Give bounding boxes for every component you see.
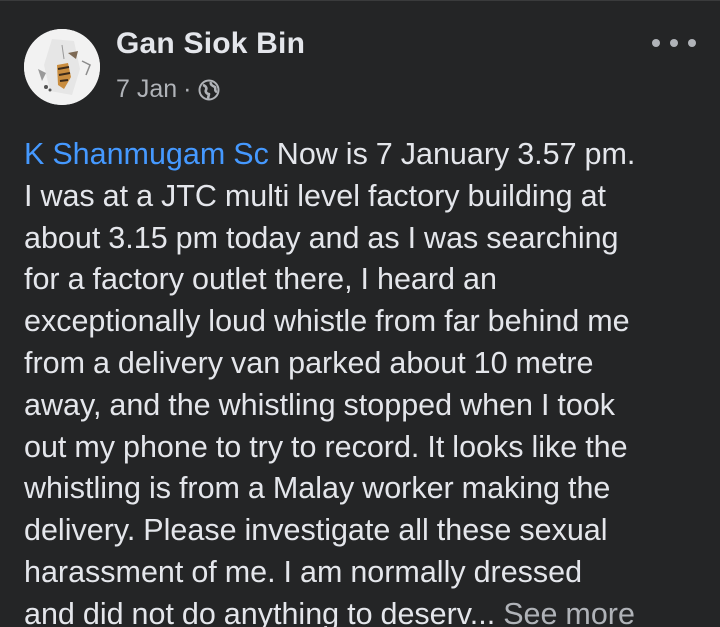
- more-dot: [688, 39, 696, 47]
- more-options-icon[interactable]: [652, 31, 696, 55]
- body-line: for a factory outlet there, I heard an: [24, 262, 497, 297]
- author-avatar[interactable]: [24, 29, 100, 105]
- body-line: harassment of me. I am normally dressed: [24, 554, 583, 589]
- post-meta: 7 Jan ·: [116, 75, 220, 104]
- body-line: delivery. Please investigate all these s…: [24, 513, 608, 548]
- more-dot: [652, 39, 660, 47]
- body-line: about 3.15 pm today and as I was searchi…: [24, 220, 619, 255]
- body-line: I was at a JTC multi level factory build…: [24, 178, 607, 213]
- see-more-link[interactable]: See more: [495, 597, 635, 627]
- body-line: exceptionally loud whistle from far behi…: [24, 304, 630, 339]
- globe-icon[interactable]: [198, 79, 220, 101]
- meta-separator: ·: [183, 75, 192, 103]
- body-line: and did not do anything to deserv...: [24, 596, 496, 627]
- body-line: away, and the whistling stopped when I t…: [24, 387, 616, 422]
- author-name[interactable]: Gan Siok Bin: [116, 27, 305, 61]
- body-line: Now is 7 January 3.57 pm.: [268, 137, 636, 171]
- body-line: out my phone to try to record. It looks …: [24, 429, 628, 464]
- post-date[interactable]: 7 Jan: [116, 75, 177, 104]
- facebook-post: Gan Siok Bin 7 Jan · K Shanmugam Sc Now …: [0, 0, 720, 627]
- post-body: K Shanmugam Sc Now is 7 January 3.57 pm.…: [24, 134, 696, 627]
- more-dot: [670, 39, 678, 47]
- mention-link[interactable]: K Shanmugam Sc: [24, 137, 269, 171]
- body-line: from a delivery van parked about 10 metr…: [24, 345, 594, 380]
- avatar-image: [24, 29, 100, 105]
- body-line: whistling is from a Malay worker making …: [24, 471, 611, 506]
